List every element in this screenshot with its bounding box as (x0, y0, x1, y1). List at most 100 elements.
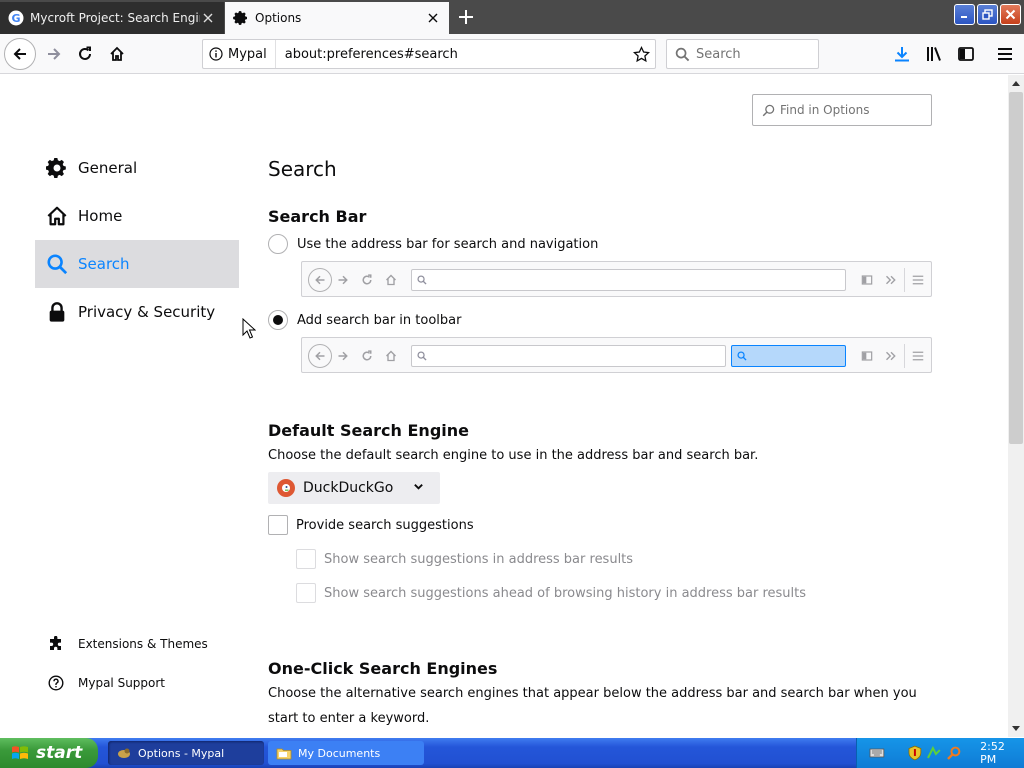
svg-text:G: G (11, 12, 20, 25)
radio-address-bar-option[interactable]: Use the address bar for search and navig… (268, 234, 598, 254)
reload-icon (79, 46, 91, 60)
overflow-chevron-icon (881, 270, 901, 290)
category-label: Search (78, 255, 130, 273)
network-icon (927, 745, 942, 759)
category-privacy-security[interactable]: Privacy & Security (35, 288, 239, 336)
reload-icon (357, 270, 377, 290)
navigation-toolbar: Mypal about:preferences#search Search (0, 34, 1024, 74)
home-button[interactable] (101, 38, 133, 70)
default-engine-select[interactable]: DuckDuckGo (268, 472, 440, 504)
forward-button[interactable] (38, 38, 70, 70)
restore-button[interactable] (977, 4, 998, 25)
windows-taskbar: start Options - Mypal My Documents 2:52 … (0, 738, 1024, 768)
puzzle-icon (47, 635, 65, 653)
sidebar-toggle-button[interactable] (950, 38, 982, 70)
checkbox[interactable] (296, 549, 316, 569)
security-shield-icon (908, 745, 921, 761)
home-icon (381, 270, 401, 290)
find-placeholder: Find in Options (780, 103, 870, 117)
minimize-button[interactable] (954, 4, 975, 25)
category-label: Privacy & Security (78, 303, 216, 321)
mouse-cursor-icon (242, 318, 256, 339)
category-home[interactable]: Home (35, 192, 239, 240)
category-general[interactable]: General (35, 144, 239, 192)
task-label: Options - Mypal (138, 746, 225, 760)
taskbar-item-options[interactable]: Options - Mypal (108, 741, 264, 765)
radio-label: Use the address bar for search and navig… (297, 236, 599, 252)
extensions-themes-link[interactable]: Extensions & Themes (47, 632, 208, 656)
checkbox[interactable] (268, 515, 288, 535)
search-icon (675, 47, 690, 61)
home-icon (45, 204, 69, 228)
library-icon (927, 47, 941, 61)
close-icon (1005, 9, 1016, 20)
lock-icon (45, 300, 69, 324)
address-bar-preview (301, 261, 932, 297)
back-arrow-icon (308, 268, 332, 292)
category-search[interactable]: Search (35, 240, 239, 288)
radio-button[interactable] (268, 234, 288, 254)
tab-mycroft[interactable]: G Mycroft Project: Search Engine Plu (0, 2, 224, 34)
downloads-button[interactable] (886, 38, 918, 70)
selected-engine-label: DuckDuckGo (303, 480, 394, 496)
footer-label: Extensions & Themes (78, 637, 208, 651)
url-bar[interactable]: Mypal about:preferences#search (202, 39, 656, 69)
menu-button[interactable] (989, 38, 1021, 70)
hamburger-menu-icon (998, 48, 1012, 60)
download-arrow-icon (895, 47, 909, 62)
forward-arrow-icon (48, 48, 61, 60)
preview-url-field (411, 345, 726, 367)
page-title: Search (268, 157, 337, 181)
search-placeholder: Search (696, 46, 741, 62)
start-button[interactable]: start (0, 738, 98, 768)
support-link[interactable]: Mypal Support (47, 671, 165, 695)
find-in-options-input[interactable]: Find in Options (752, 94, 932, 126)
close-window-button[interactable] (1000, 4, 1021, 25)
url-text[interactable]: about:preferences#search (276, 47, 627, 62)
help-icon (47, 674, 65, 692)
tab-title: Options (255, 11, 302, 25)
plus-icon (459, 10, 473, 24)
taskbar-item-my-documents[interactable]: My Documents (268, 741, 424, 765)
preview-search-field (731, 345, 846, 367)
chevron-down-icon (413, 480, 424, 496)
preview-divider (904, 268, 905, 292)
back-arrow-icon (308, 344, 332, 368)
tab-options[interactable]: Options (225, 2, 449, 34)
identity-box[interactable]: Mypal (203, 40, 276, 68)
preferences-page: Find in Options General Home Search Priv… (0, 75, 1008, 737)
suggestions-address-bar-checkbox[interactable]: Show search suggestions in address bar r… (296, 549, 633, 569)
radio-toolbar-search-option[interactable]: Add search bar in toolbar (268, 310, 461, 330)
one-click-heading: One-Click Search Engines (268, 659, 498, 678)
scrollbar-thumb[interactable] (1009, 92, 1023, 444)
gear-icon (45, 156, 69, 180)
checkbox[interactable] (296, 583, 316, 603)
new-tab-button[interactable] (452, 4, 480, 30)
search-icon (417, 275, 427, 285)
scroll-up-icon[interactable] (1008, 75, 1024, 91)
provide-suggestions-checkbox[interactable]: Provide search suggestions (268, 515, 474, 535)
vertical-scrollbar[interactable] (1008, 75, 1024, 737)
footer-label: Mypal Support (78, 676, 166, 690)
default-engine-heading: Default Search Engine (268, 421, 469, 440)
minimize-icon (961, 16, 967, 18)
system-tray: 2:52 PM (856, 738, 1024, 768)
search-icon (762, 104, 775, 116)
sidebars-icon (958, 47, 974, 61)
info-icon (209, 47, 223, 61)
windows-flag-icon (12, 746, 28, 759)
suggestions-ahead-checkbox[interactable]: Show search suggestions ahead of browsin… (296, 583, 806, 603)
scroll-down-icon[interactable] (1008, 721, 1024, 737)
forward-arrow-icon (333, 270, 353, 290)
close-tab-icon[interactable] (425, 10, 441, 26)
sidebars-icon (857, 270, 877, 290)
reload-button[interactable] (69, 38, 101, 70)
bookmark-star-icon[interactable] (627, 45, 655, 63)
close-tab-icon[interactable] (200, 10, 216, 26)
back-button[interactable] (4, 38, 36, 70)
search-icon (737, 351, 747, 361)
library-button[interactable] (918, 38, 950, 70)
toolbar-search-input[interactable]: Search (666, 39, 819, 69)
hamburger-menu-icon (908, 270, 928, 290)
radio-button[interactable] (268, 310, 288, 330)
